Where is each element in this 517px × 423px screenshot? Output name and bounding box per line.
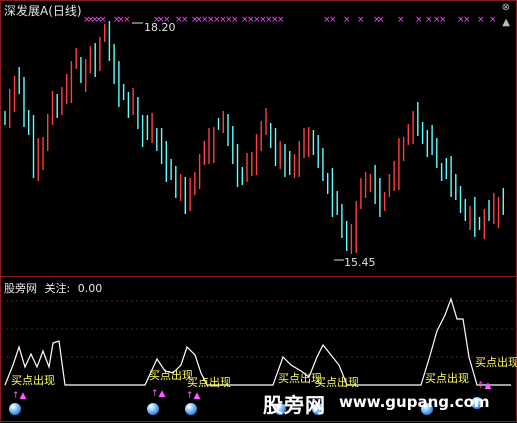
cross-marker: × [397,15,405,25]
low-price-label: 15.45 [344,256,376,269]
cross-marker: × [231,15,239,25]
cross-marker: × [377,15,385,25]
buy-signal-label: 买点出现 [11,374,55,387]
cross-marker: × [277,15,285,25]
indicator-grid [1,300,517,358]
cross-marker: × [343,15,351,25]
focus-value: 0.00 [77,282,103,295]
signal-ball-icon [147,403,159,415]
cross-marker: × [415,15,423,25]
cross-marker: × [357,15,365,25]
buy-signal-label: 买点出现 [475,356,517,369]
candle-series [4,21,504,254]
buy-signal-label: 买点出现 [187,376,231,389]
cross-marker: × [329,15,337,25]
buy-arrow-icon: ↑▲ [477,381,492,391]
buy-signal-label: 买点出现 [315,376,359,389]
buy-signal-label: 买点出现 [425,372,469,385]
indicator-header: 股旁网 关注: 0.00 [4,280,106,296]
price-chart-svg: ××××× ××× ××× ×× ×××××××× ××××××× ×× × × ×× × × × ×× ×… [1,15,517,386]
cross-marker: × [463,15,471,25]
watermark-cn: 股旁网 [263,393,326,417]
high-price-label: 18.20 [144,21,176,34]
watermark-url: www.gupang.com [339,393,490,411]
pane-divider [1,276,517,277]
cross-marker: × [439,15,447,25]
buy-arrow-icon: ↑▲ [151,389,166,399]
signal-ball-icon [9,403,21,415]
cross-marker: × [489,15,497,25]
signal-ball-icon [185,403,197,415]
focus-label: 关注: [44,282,71,295]
cross-marker: × [181,15,189,25]
indicator-name: 股旁网 [4,282,37,295]
cross-marker: × [425,15,433,25]
cross-marker: × [123,15,131,25]
cross-marker: × [99,15,107,25]
chart-window: 深发展A(日线) ⊗ ▲ × × × × × × × × × × × × × × × × × × × × × × × × × × ×… [0,0,517,422]
buy-arrow-icon: ↑▲ [12,391,27,401]
buy-arrow-icon: ↑▲ [186,391,201,401]
cross-marker: × [477,15,485,25]
